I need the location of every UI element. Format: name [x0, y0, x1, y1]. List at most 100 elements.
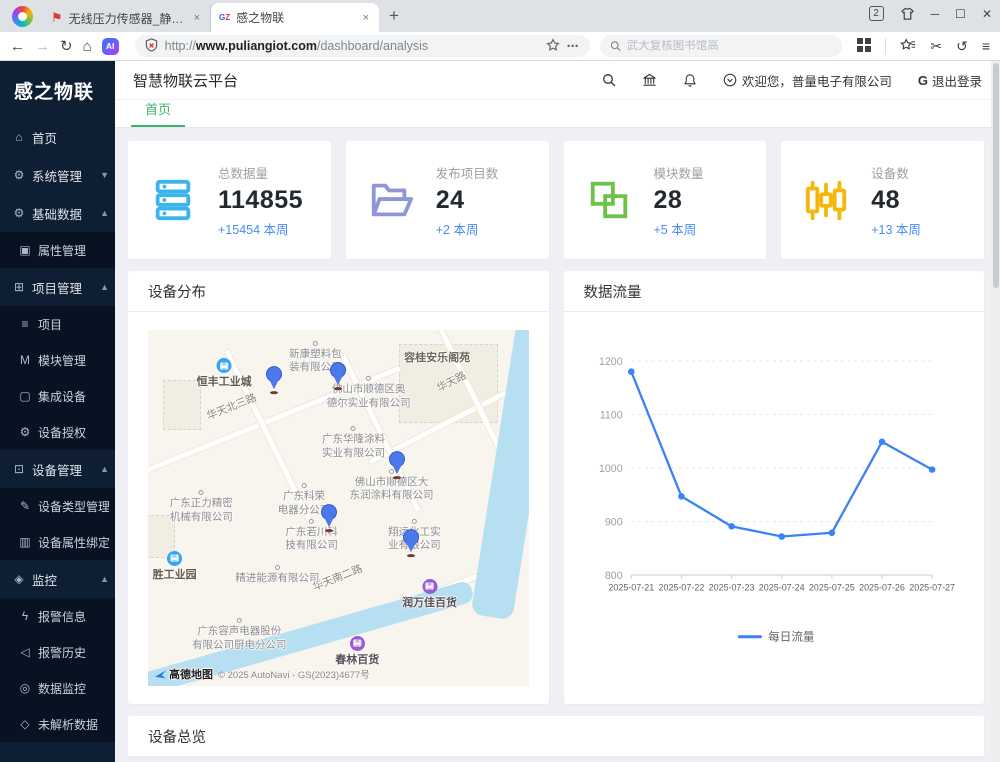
open-folder-icon: [368, 177, 414, 223]
map-label-text: 润万佳百货: [402, 597, 457, 609]
sidebar-item-11[interactable]: ▥设备属性绑定: [0, 524, 115, 560]
maximize-button[interactable]: ☐: [955, 7, 966, 21]
screenshot-scissors-icon[interactable]: ✂: [930, 38, 942, 55]
sidebar-item-label: 设备授权: [38, 424, 109, 441]
shield-x-icon[interactable]: [145, 38, 158, 55]
tab-home[interactable]: 首页: [131, 99, 185, 127]
dashboard-content: 总数据量114855+15454 本周发布项目数24+2 本周模块数量28+5 …: [115, 128, 1000, 762]
bookmark-star-icon[interactable]: [546, 38, 560, 55]
favorites-star-icon[interactable]: [900, 38, 916, 55]
sidebar-item-10[interactable]: ✎设备类型管理: [0, 488, 115, 524]
sidebar-item-13[interactable]: ϟ报警信息: [0, 598, 115, 634]
minimize-button[interactable]: ─: [931, 7, 940, 21]
logout-button[interactable]: G 退出登录: [918, 71, 982, 90]
device-map-pin-4[interactable]: [402, 529, 420, 556]
poi-dot-icon: [351, 426, 356, 431]
device-map-pin-0[interactable]: [265, 366, 283, 393]
stat-card-3: 设备数48+13 本周: [781, 141, 984, 259]
poi-dot-icon: [275, 565, 280, 570]
window-count-badge[interactable]: 2: [869, 6, 884, 21]
sidebar-item-6[interactable]: M模块管理: [0, 342, 115, 378]
sidebar-item-3[interactable]: ▣属性管理: [0, 232, 115, 268]
header-search-icon[interactable]: [602, 73, 616, 87]
close-button[interactable]: ✕: [982, 7, 992, 21]
logout-icon: G: [918, 73, 928, 88]
browser-toolbar: ← → ↻ ⌂ AI http://www.puliangiot.com/das…: [0, 32, 1000, 60]
panel-title: 设备总览: [128, 716, 984, 757]
browser-logo-icon[interactable]: [12, 6, 33, 27]
sidebar-item-4[interactable]: ⊞项目管理▲: [0, 268, 115, 306]
tab-close-icon[interactable]: ×: [192, 12, 202, 24]
sidebar-item-7[interactable]: ▢集成设备: [0, 378, 115, 414]
map-label-1: 容桂安乐阁苑: [404, 351, 470, 365]
ai-assistant-icon[interactable]: AI: [102, 38, 119, 55]
logout-label: 退出登录: [932, 71, 982, 90]
svg-text:2025-07-21: 2025-07-21: [608, 582, 654, 592]
stat-card-1: 发布项目数24+2 本周: [346, 141, 549, 259]
sidebar-item-0[interactable]: ⌂首页: [0, 118, 115, 156]
device-map-pin-1[interactable]: [329, 362, 347, 389]
main-area: 智慧物联云平台 欢迎您，普量电子有限公司 G 退出登录: [115, 61, 1000, 762]
back-icon[interactable]: ←: [10, 39, 25, 54]
stat-label: 模块数量: [654, 163, 704, 182]
page-scrollbar[interactable]: [991, 61, 1000, 762]
stat-delta: +2 本周: [436, 219, 499, 238]
server-stack-icon: [150, 177, 196, 223]
menu-icon[interactable]: ≡: [982, 38, 990, 54]
organization-bank-icon[interactable]: [642, 73, 657, 87]
sliders-icon: [803, 177, 849, 223]
stat-card-2: 模块数量28+5 本周: [564, 141, 767, 259]
home-icon: ⌂: [12, 130, 26, 144]
user-menu[interactable]: 欢迎您，普量电子有限公司: [723, 71, 892, 90]
sidebar-item-12[interactable]: ◈监控▲: [0, 560, 115, 598]
stat-label: 发布项目数: [436, 163, 499, 182]
chevron-up-icon: ▲: [100, 574, 109, 584]
page-tabbar: 首页: [115, 99, 1000, 128]
tab-close-icon[interactable]: ×: [361, 12, 371, 24]
scrollbar-thumb[interactable]: [993, 63, 999, 288]
svg-text:2025-07-27: 2025-07-27: [909, 582, 955, 592]
sidebar-item-2[interactable]: ⚙基础数据▲: [0, 194, 115, 232]
stat-delta: +13 本周: [871, 219, 921, 238]
theme-shirt-icon[interactable]: [900, 7, 915, 21]
device-map[interactable]: 新康塑料包 装有限公司容桂安乐阁苑▤恒丰工业城华天北三路佛山市顺德区奥 德尔实业…: [148, 330, 529, 686]
sidebar-item-1[interactable]: ⚙系统管理▼: [0, 156, 115, 194]
home-icon[interactable]: ⌂: [83, 39, 92, 54]
sidebar-item-14[interactable]: ◁报警历史: [0, 634, 115, 670]
device-map-pin-2[interactable]: [388, 451, 406, 478]
browser-tab-1[interactable]: ⚑ 无线压力传感器_静力水准仪_ ×: [43, 4, 211, 32]
sidebar-item-5[interactable]: ≡项目: [0, 306, 115, 342]
search-input[interactable]: [627, 40, 832, 52]
grid-icon: ⊞: [12, 280, 26, 294]
notifications-bell-icon[interactable]: [683, 73, 697, 88]
new-tab-button[interactable]: +: [389, 6, 399, 26]
map-label-2: ▤恒丰工业城: [197, 358, 252, 389]
sidebar-item-8[interactable]: ⚙ 设备授权: [0, 414, 115, 450]
favicon-flag-icon: ⚑: [51, 10, 63, 26]
address-bar[interactable]: http://www.puliangiot.com/dashboard/anal…: [135, 35, 590, 57]
map-label-17: ▤春林百货: [335, 636, 379, 667]
apps-grid-icon[interactable]: [857, 38, 871, 55]
refresh-icon[interactable]: ↻: [60, 39, 73, 54]
chevron-up-icon: ▲: [100, 208, 109, 218]
chevron-up-icon: ▲: [100, 282, 109, 292]
data-flow-chart[interactable]: 8009001000110012002025-07-212025-07-2220…: [564, 312, 985, 678]
panel-title: 设备分布: [128, 271, 549, 312]
undo-history-icon[interactable]: ↺: [956, 38, 968, 55]
device-map-pin-3[interactable]: [320, 505, 338, 532]
poi-dot-icon: [412, 519, 417, 524]
modules-icon: [586, 177, 632, 223]
map-label-text: 广东正力精密 机械有限公司: [170, 497, 233, 523]
browser-tab-2[interactable]: GZ 感之物联 ×: [211, 3, 379, 32]
more-options-icon[interactable]: ⋯: [567, 39, 580, 53]
gear-icon: ⚙: [18, 425, 32, 439]
sidebar-item-15[interactable]: ◎数据监控: [0, 670, 115, 706]
sidebar-item-16[interactable]: ◇未解析数据: [0, 706, 115, 742]
forward-icon[interactable]: →: [35, 39, 50, 54]
sidebar-item-label: 监控: [32, 570, 94, 589]
sidebar-item-9[interactable]: ⊡设备管理▲: [0, 450, 115, 488]
search-box[interactable]: [600, 35, 842, 57]
url-scheme: http://: [165, 39, 196, 53]
map-attribution: 高德地图 © 2025 AutoNavi - GS(2023)4677号: [154, 666, 370, 682]
stat-cards-row: 总数据量114855+15454 本周发布项目数24+2 本周模块数量28+5 …: [128, 141, 984, 259]
